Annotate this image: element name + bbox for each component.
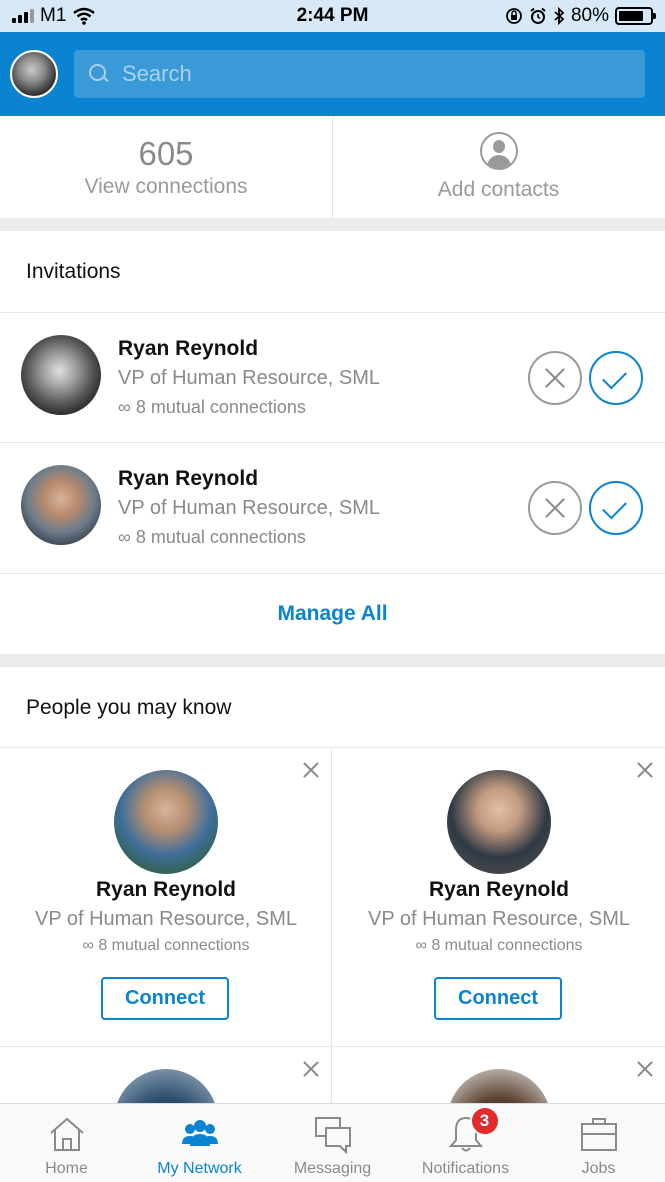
home-icon bbox=[49, 1117, 84, 1151]
wifi-icon bbox=[73, 7, 96, 25]
pymk-title-text: VP of Human Resource, SML bbox=[368, 908, 630, 930]
invitation-title: VP of Human Resource, SML bbox=[118, 497, 380, 519]
pymk-title-text: VP of Human Resource, SML bbox=[35, 908, 297, 930]
view-connections-label: View connections bbox=[84, 175, 248, 198]
manage-all-button[interactable]: Manage All bbox=[0, 574, 665, 654]
invitation-title: VP of Human Resource, SML bbox=[118, 367, 380, 389]
tab-messaging[interactable]: Messaging bbox=[266, 1104, 399, 1182]
bottom-tab-bar: Home My Network Messaging 3 Notification… bbox=[0, 1103, 665, 1182]
invitation-name[interactable]: Ryan Reynold bbox=[118, 467, 258, 491]
tab-notifications[interactable]: 3 Notifications bbox=[399, 1104, 532, 1182]
profile-avatar[interactable] bbox=[10, 50, 58, 98]
mutual-connections: ∞ 8 mutual connections bbox=[82, 937, 250, 954]
messaging-icon bbox=[314, 1117, 351, 1154]
connect-button[interactable]: Connect bbox=[101, 977, 229, 1020]
tab-label: Home bbox=[45, 1160, 88, 1177]
pymk-card[interactable]: Ryan Reynold VP of Human Resource, SML ∞… bbox=[0, 748, 332, 1046]
alarm-icon bbox=[530, 7, 546, 24]
tab-label: My Network bbox=[157, 1160, 242, 1177]
close-icon[interactable] bbox=[635, 1059, 655, 1079]
network-icon bbox=[181, 1120, 218, 1146]
avatar[interactable] bbox=[114, 1069, 218, 1103]
avatar[interactable] bbox=[21, 335, 101, 415]
pymk-card[interactable] bbox=[0, 1047, 332, 1103]
view-connections-button[interactable]: 605 View connections bbox=[0, 116, 332, 218]
invitations-title: Invitations bbox=[26, 260, 121, 283]
avatar[interactable] bbox=[447, 770, 551, 874]
ignore-button[interactable] bbox=[528, 351, 582, 405]
carrier-label: M1 bbox=[40, 5, 67, 26]
accept-button[interactable] bbox=[589, 481, 643, 535]
pymk-card[interactable] bbox=[333, 1047, 665, 1103]
mutual-connections: ∞ 8 mutual connections bbox=[415, 937, 583, 954]
connect-button[interactable]: Connect bbox=[434, 977, 562, 1020]
invitation-name[interactable]: Ryan Reynold bbox=[118, 337, 258, 361]
search-bar[interactable] bbox=[74, 50, 645, 98]
connections-summary: 605 View connections Add contacts bbox=[0, 116, 665, 218]
add-contacts-button[interactable]: Add contacts bbox=[332, 116, 664, 218]
tab-label: Jobs bbox=[581, 1160, 616, 1177]
pymk-card[interactable]: Ryan Reynold VP of Human Resource, SML ∞… bbox=[333, 748, 665, 1046]
search-input[interactable] bbox=[122, 61, 602, 87]
section-divider bbox=[0, 218, 665, 231]
pymk-name[interactable]: Ryan Reynold bbox=[333, 878, 665, 902]
close-icon[interactable] bbox=[301, 1059, 321, 1079]
battery-icon bbox=[615, 7, 656, 25]
tab-label: Messaging bbox=[293, 1160, 372, 1177]
invitation-item[interactable]: Ryan Reynold VP of Human Resource, SML ∞… bbox=[0, 443, 665, 573]
avatar[interactable] bbox=[21, 465, 101, 545]
tab-label: Notifications bbox=[421, 1160, 510, 1177]
add-contacts-label: Add contacts bbox=[437, 178, 560, 201]
pymk-title: People you may know bbox=[26, 696, 232, 719]
briefcase-icon bbox=[580, 1118, 617, 1151]
battery-percent: 80% bbox=[570, 5, 609, 26]
tab-my-network[interactable]: My Network bbox=[133, 1104, 266, 1182]
mutual-connections: ∞ 8 mutual connections bbox=[118, 527, 306, 547]
search-icon bbox=[88, 63, 110, 85]
avatar[interactable] bbox=[447, 1069, 551, 1103]
top-header bbox=[0, 32, 665, 116]
accept-button[interactable] bbox=[589, 351, 643, 405]
avatar[interactable] bbox=[114, 770, 218, 874]
bluetooth-icon bbox=[554, 7, 565, 25]
notification-badge: 3 bbox=[469, 1106, 500, 1136]
connections-count: 605 bbox=[138, 135, 194, 172]
mutual-connections: ∞ 8 mutual connections bbox=[118, 397, 306, 417]
pymk-name[interactable]: Ryan Reynold bbox=[0, 878, 332, 902]
close-icon[interactable] bbox=[301, 760, 321, 780]
signal-icon bbox=[12, 9, 34, 23]
invitation-item[interactable]: Ryan Reynold VP of Human Resource, SML ∞… bbox=[0, 313, 665, 443]
tab-jobs[interactable]: Jobs bbox=[532, 1104, 665, 1182]
ignore-button[interactable] bbox=[528, 481, 582, 535]
section-divider bbox=[0, 654, 665, 667]
tab-home[interactable]: Home bbox=[0, 1104, 133, 1182]
close-icon[interactable] bbox=[635, 760, 655, 780]
status-bar: M1 2:44 PM 80% bbox=[0, 0, 665, 32]
contact-icon bbox=[479, 132, 518, 170]
orientation-lock-icon bbox=[506, 8, 522, 24]
